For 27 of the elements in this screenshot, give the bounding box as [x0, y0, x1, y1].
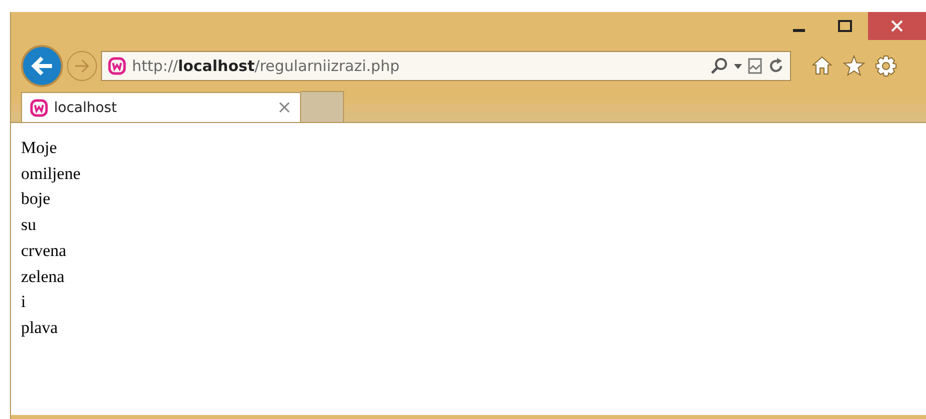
close-button[interactable]: [868, 12, 926, 40]
close-tab-icon[interactable]: ×: [276, 97, 292, 118]
page-text: zelena: [21, 266, 64, 288]
close-icon: [891, 20, 903, 32]
page-text: boje: [21, 188, 50, 210]
back-button[interactable]: [21, 45, 63, 87]
star-icon[interactable]: [843, 55, 865, 76]
page-text: Moje: [21, 137, 57, 159]
back-arrow-icon: [30, 55, 54, 77]
home-icon[interactable]: [811, 55, 833, 75]
minimize-icon: [793, 29, 805, 32]
maximize-icon: [838, 20, 852, 32]
page-text: crvena: [21, 240, 66, 262]
page-text: i: [21, 291, 26, 314]
settings-icon[interactable]: [875, 55, 897, 77]
forward-arrow-icon: [74, 59, 90, 73]
site-icon: [30, 98, 48, 116]
page-icon[interactable]: [748, 58, 762, 74]
site-icon: [108, 57, 126, 75]
search-icon[interactable]: [710, 57, 728, 75]
refresh-icon[interactable]: [768, 58, 784, 74]
page-text: su: [21, 214, 36, 236]
page-text: plava: [21, 316, 58, 339]
address-field[interactable]: http://localhost/regularniizrazi.php: [101, 51, 791, 81]
page-text: omiljene: [21, 162, 80, 185]
dropdown-icon[interactable]: [734, 64, 742, 68]
browser-tab[interactable]: localhost ×: [21, 92, 301, 122]
